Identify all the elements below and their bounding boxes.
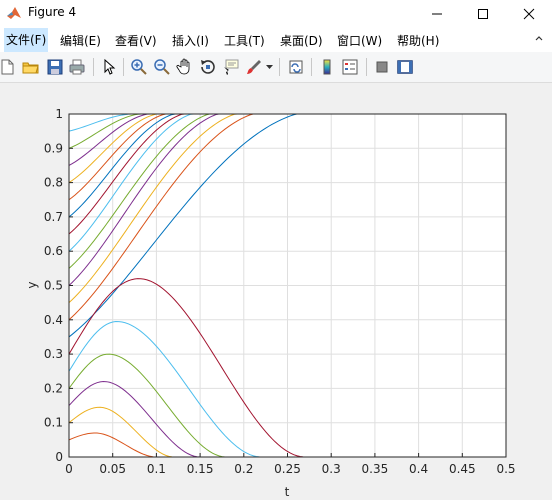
zoom-in-button[interactable] bbox=[130, 58, 148, 76]
y-tick-label: 0.4 bbox=[44, 313, 63, 327]
data-cursor-button[interactable] bbox=[222, 58, 240, 76]
x-tick-label: 0.5 bbox=[496, 462, 515, 476]
minimize-button[interactable] bbox=[414, 0, 460, 28]
new-figure-icon bbox=[1, 59, 14, 75]
toolbar-separator bbox=[123, 58, 124, 76]
show-plot-tools-button[interactable] bbox=[396, 58, 414, 76]
menu-help[interactable]: 帮助(H) bbox=[397, 32, 439, 49]
y-tick-label: 0.8 bbox=[44, 176, 63, 190]
window-title: Figure 4 bbox=[28, 5, 77, 19]
x-tick-label: 0.35 bbox=[362, 462, 389, 476]
show-plot-tools-icon bbox=[397, 60, 413, 74]
new-figure-button[interactable] bbox=[0, 58, 16, 76]
y-tick-label: 0.7 bbox=[44, 210, 63, 224]
colorbar-icon bbox=[323, 59, 331, 75]
menu-insert[interactable]: 插入(I) bbox=[172, 32, 209, 49]
x-tick-label: 0.05 bbox=[99, 462, 126, 476]
colorbar-button[interactable] bbox=[318, 58, 336, 76]
y-tick-label: 0 bbox=[55, 450, 63, 464]
x-tick-label: 0.3 bbox=[322, 462, 341, 476]
save-button[interactable] bbox=[46, 58, 64, 76]
menu-edit[interactable]: 编辑(E) bbox=[60, 32, 101, 49]
y-tick-label: 0.9 bbox=[44, 141, 63, 155]
y-tick-label: 0.5 bbox=[44, 279, 63, 293]
link-plot-icon bbox=[289, 60, 303, 74]
x-tick-label: 0.15 bbox=[187, 462, 214, 476]
toolbar-separator bbox=[366, 58, 367, 76]
brush-icon bbox=[247, 60, 261, 74]
toolbar-separator bbox=[93, 58, 94, 76]
y-axis-label: y bbox=[25, 281, 39, 288]
zoom-out-button[interactable] bbox=[153, 58, 171, 76]
legend-icon bbox=[342, 59, 358, 75]
y-tick-label: 1 bbox=[55, 107, 63, 121]
x-axis-label: t bbox=[285, 485, 290, 499]
rotate-3d-icon bbox=[201, 60, 215, 74]
axes[interactable]: 0 0.05 0.1 0.15 0.2 0.25 0.3 0.35 0.4 0.45 0.5 0 0.… bbox=[0, 83, 552, 500]
matlab-logo-icon bbox=[7, 7, 21, 19]
toolbar-separator bbox=[279, 58, 280, 76]
print-icon bbox=[69, 59, 85, 75]
open-file-button[interactable] bbox=[22, 58, 40, 76]
pointer-icon bbox=[104, 58, 116, 75]
print-button[interactable] bbox=[68, 58, 86, 76]
menu-file[interactable]: 文件(F) bbox=[4, 28, 49, 52]
rotate-3d-button[interactable] bbox=[199, 58, 217, 76]
y-tick-label: 0.3 bbox=[44, 347, 63, 361]
legend-button[interactable] bbox=[341, 58, 359, 76]
zoom-in-icon bbox=[131, 59, 147, 75]
y-tick-label: 0.1 bbox=[44, 416, 63, 430]
menu-view[interactable]: 查看(V) bbox=[115, 32, 157, 49]
open-file-icon bbox=[22, 62, 39, 74]
x-tick-label: 0.45 bbox=[449, 462, 476, 476]
pan-button[interactable] bbox=[176, 58, 194, 76]
y-tick-label: 0.6 bbox=[44, 244, 63, 258]
title-bar: Figure 4 bbox=[0, 0, 552, 28]
data-cursor-icon bbox=[224, 59, 239, 75]
menu-bar: 文件(F) 编辑(E) 查看(V) 插入(I) 工具(T) 桌面(D) 窗口(W… bbox=[0, 28, 552, 52]
x-tick-label: 0.1 bbox=[147, 462, 166, 476]
menu-window[interactable]: 窗口(W) bbox=[337, 32, 382, 49]
link-plot-button[interactable] bbox=[287, 58, 305, 76]
figure-canvas: 0 0.05 0.1 0.15 0.2 0.25 0.3 0.35 0.4 0.45 0.5 0 0.… bbox=[0, 83, 552, 500]
x-tick-label: 0 bbox=[65, 462, 73, 476]
hide-plot-tools-icon bbox=[376, 61, 388, 73]
x-tick-label: 0.4 bbox=[409, 462, 428, 476]
pointer-button[interactable] bbox=[100, 58, 118, 76]
x-tick-label: 0.25 bbox=[274, 462, 301, 476]
save-icon bbox=[47, 59, 63, 75]
maximize-button[interactable] bbox=[460, 0, 506, 28]
dock-arrow-icon[interactable] bbox=[534, 34, 544, 44]
toolbar-separator bbox=[311, 58, 312, 76]
pan-icon bbox=[176, 58, 190, 75]
dropdown-arrow-icon[interactable] bbox=[266, 65, 273, 70]
y-tick-label: 0.2 bbox=[44, 381, 63, 395]
x-tick-label: 0.2 bbox=[234, 462, 253, 476]
minimize-icon bbox=[432, 13, 442, 15]
maximize-icon bbox=[478, 9, 488, 19]
figure-toolbar bbox=[0, 52, 552, 83]
close-icon bbox=[523, 8, 535, 20]
brush-button[interactable] bbox=[245, 58, 263, 76]
hide-plot-tools-button[interactable] bbox=[373, 58, 391, 76]
menu-tools[interactable]: 工具(T) bbox=[224, 32, 265, 49]
close-button[interactable] bbox=[506, 0, 552, 28]
menu-desktop[interactable]: 桌面(D) bbox=[280, 32, 323, 49]
zoom-out-icon bbox=[154, 59, 170, 75]
